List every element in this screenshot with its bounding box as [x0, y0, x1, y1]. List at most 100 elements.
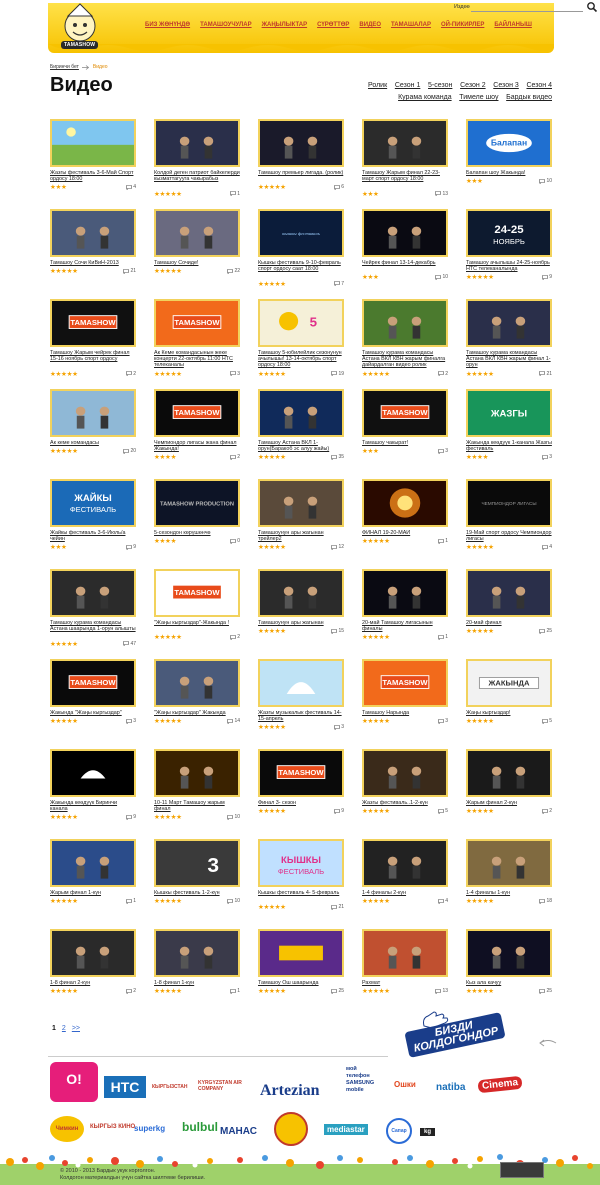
video-card[interactable]: "Жаңы кыргыздар" Жакында ★★★★★ 14 [154, 659, 240, 745]
video-card[interactable]: Тамашоу премьер лигада. (ролик) ★★★★★ 6 [258, 119, 344, 205]
rating-stars[interactable]: ★★★★★ [50, 448, 78, 455]
rating-stars[interactable]: ★★★★★ [466, 628, 494, 635]
video-title[interactable]: Тамашоунун ары жагынан [258, 620, 344, 626]
rating-stars[interactable]: ★★★ [362, 274, 379, 281]
video-title[interactable]: Тамашоу Нарында [362, 710, 448, 716]
video-title[interactable]: Чемпиондор лигасы жана финал Жакында! [154, 440, 240, 452]
nav-item-shows[interactable]: ТАМАШАЛАР [391, 22, 431, 28]
video-card[interactable]: TAMASHOW PRODUCTION 5-сезондон көрүшөнчө ★… [154, 479, 240, 565]
video-thumbnail[interactable] [154, 929, 240, 977]
rating-stars[interactable]: ★★★★★ [466, 274, 494, 281]
breadcrumb-home[interactable]: Биринчи бет [50, 64, 79, 70]
filter-season-3[interactable]: Сезон 3 [493, 82, 519, 89]
video-title[interactable]: Тамашоу Жарым чейрек финал 15-16 ноябрь … [50, 350, 136, 362]
video-card[interactable]: Чейрек финал 13-14-декабрь ★★★ 10 [362, 209, 448, 295]
video-title[interactable]: 1-8 финал 2-күн [50, 980, 136, 986]
rating-stars[interactable]: ★★★★★ [154, 634, 182, 641]
video-thumbnail[interactable]: TAMASHOW [154, 569, 240, 617]
video-title[interactable]: 5-сезондон көрүшөнчө [154, 530, 240, 536]
video-card[interactable]: Тамашоу Жарым финал 22-23-март спорт орд… [362, 119, 448, 205]
video-card[interactable]: Тамашоунун ары жагынан трейлер2 ★★★★★ 12 [258, 479, 344, 565]
rating-stars[interactable]: ★★★★★ [362, 718, 390, 725]
video-thumbnail[interactable]: КЫШКЫ ФЕСТИВАЛЬ [258, 839, 344, 887]
video-thumbnail[interactable] [466, 929, 552, 977]
video-title[interactable]: Кыз ала качуу [466, 980, 552, 986]
video-thumbnail[interactable] [362, 209, 448, 257]
video-card[interactable]: TAMASHOW Тамашоу Нарында ★★★★★ 3 [362, 659, 448, 745]
rating-stars[interactable]: ★★★★★ [258, 628, 286, 635]
rating-stars[interactable]: ★★★★★ [154, 718, 182, 725]
video-card[interactable]: TAMASHOW Финал 3- сезон ★★★★★ 9 [258, 749, 344, 835]
filter-season-2[interactable]: Сезон 2 [460, 82, 486, 89]
video-thumbnail[interactable]: кышкы фестиваль [258, 209, 344, 257]
video-title[interactable]: Колдой деген патриот байкелерди кызматта… [154, 170, 240, 182]
video-thumbnail[interactable] [466, 569, 552, 617]
sponsor-mascot[interactable] [274, 1112, 308, 1146]
rating-stars[interactable]: ★★★★★ [362, 988, 390, 995]
video-card[interactable]: Тамашоу Сочи КиВиН-2013 ★★★★★ 21 [50, 209, 136, 295]
video-title[interactable]: Тамашоу Астана ВКЛ 1-орун(Баракоб эс алу… [258, 440, 344, 452]
filter-rolik[interactable]: Ролик [368, 82, 387, 89]
video-thumbnail[interactable] [258, 479, 344, 527]
video-thumbnail[interactable]: TAMASHOW [258, 749, 344, 797]
video-card[interactable]: 1-8 финал 2-күн ★★★★★ 2 [50, 929, 136, 1015]
video-thumbnail[interactable]: ЖАЗГЫ [466, 389, 552, 437]
video-thumbnail[interactable]: TAMASHOW [154, 299, 240, 347]
video-card[interactable]: Жазгы фестиваль..1-2-күн ★★★★★ 5 [362, 749, 448, 835]
video-thumbnail[interactable] [50, 209, 136, 257]
video-thumbnail[interactable] [362, 749, 448, 797]
video-thumbnail[interactable] [50, 839, 136, 887]
supporters-badge[interactable]: БИЗДИ КОЛДОГОНДОР [400, 1008, 570, 1060]
rating-stars[interactable]: ★★★ [466, 178, 483, 185]
video-thumbnail[interactable]: TAMASHOW PRODUCTION [154, 479, 240, 527]
video-title[interactable]: Жазгы фестиваль..1-2-күн [362, 800, 448, 806]
video-title[interactable]: Ак Кеме командасынын жеке концерти 22-ок… [154, 350, 240, 369]
rating-stars[interactable]: ★★★★★ [466, 808, 494, 815]
video-title[interactable]: Жайкы фестиваль 3-6-Июль/а чейин [50, 530, 136, 542]
page-link-2[interactable]: 2 [62, 1025, 66, 1032]
video-thumbnail[interactable] [362, 479, 448, 527]
rating-stars[interactable]: ★★★★★ [362, 538, 390, 545]
video-card[interactable]: TAMASHOW Чемпиондор лигасы жана финал Жак… [154, 389, 240, 475]
filter-timele[interactable]: Тимеле шоу [459, 94, 498, 101]
rating-stars[interactable]: ★★★★★ [154, 814, 182, 821]
video-card[interactable]: ЖАЙКЫ ФЕСТИВАЛЬ Жайкы фестиваль 3-6-Июль/а… [50, 479, 136, 565]
sponsor-o[interactable]: O! [50, 1062, 98, 1102]
video-title[interactable]: Тамашоу Ош шаарында [258, 980, 344, 986]
rating-stars[interactable]: ★★★★★ [154, 268, 182, 275]
video-thumbnail[interactable] [258, 659, 344, 707]
video-title[interactable]: Тамашоу ачылышы 24-25-ноябрь НТС телекан… [466, 260, 552, 272]
rating-stars[interactable]: ★★★★★ [154, 898, 182, 905]
rating-stars[interactable]: ★★★★★ [258, 988, 286, 995]
video-card[interactable]: Жазгы музыкалык фестиваль 14-15-апрель ★★… [258, 659, 344, 745]
video-title[interactable]: Кышкы фестиваль 9-10-февраль спорт ордос… [258, 260, 344, 272]
sponsor-superkg[interactable]: superkg [134, 1124, 165, 1133]
video-card[interactable]: TAMASHOW Тамашоу чакырат! ★★★ 3 [362, 389, 448, 475]
sponsor-kg[interactable]: kg [420, 1128, 436, 1136]
video-card[interactable]: Тамашоу Сочиде! ★★★★★ 22 [154, 209, 240, 295]
video-thumbnail[interactable] [258, 569, 344, 617]
video-title[interactable]: Тамашоу курама командасы Астана шаарында… [50, 620, 136, 632]
sponsor-kyrgyzstan[interactable]: КЫРГЫЗСТАН [152, 1084, 187, 1090]
video-title[interactable]: Кышкы фестиваль 4- 5-февраль [258, 890, 344, 896]
video-card[interactable]: 10-11 Март Тамашоу жарым финал ★★★★★ 10 [154, 749, 240, 835]
rating-stars[interactable]: ★★★★★ [466, 544, 494, 551]
video-card[interactable]: TAMASHOW Ак Кеме командасынын жеке концер… [154, 299, 240, 385]
rating-stars[interactable]: ★★★★★ [362, 898, 390, 905]
video-title[interactable]: Чейрек финал 13-14-декабрь [362, 260, 448, 266]
search-icon[interactable] [586, 1, 598, 13]
video-title[interactable]: "Жаңы кыргыздар"-Жакында ! [154, 620, 240, 626]
video-title[interactable]: 19-Май спорт ордосу Чемпиондор лигасы [466, 530, 552, 542]
video-thumbnail[interactable] [50, 749, 136, 797]
nav-item-video[interactable]: ВИДЕО [359, 22, 381, 28]
filter-all[interactable]: Бардык видео [506, 94, 552, 101]
video-title[interactable]: "Жаңы кыргыздар" Жакында [154, 710, 240, 716]
video-title[interactable]: Тамашоунун ары жагынан трейлер2 [258, 530, 344, 542]
rating-stars[interactable]: ★★★★★ [466, 371, 494, 378]
logo-text[interactable]: TAMASHOW [61, 41, 99, 49]
rating-stars[interactable]: ★★★★★ [362, 808, 390, 815]
rating-stars[interactable]: ★★★★★ [466, 718, 494, 725]
video-thumbnail[interactable] [50, 389, 136, 437]
video-card[interactable]: ЖАЗГЫ Жакында кеөдүүк 1-канала Жазгы фест… [466, 389, 552, 475]
rating-stars[interactable]: ★★★★★ [154, 191, 182, 198]
